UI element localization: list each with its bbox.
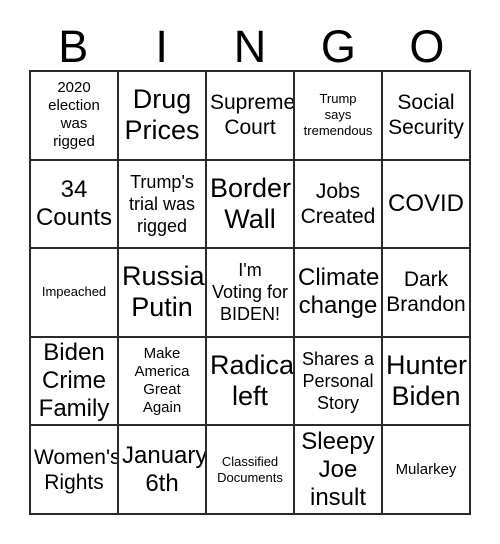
bingo-cell-label: 2020 election was rigged xyxy=(48,79,100,151)
bingo-cell-label: Border Wall xyxy=(210,172,292,234)
bingo-cell-o2[interactable]: COVID xyxy=(383,160,471,250)
bingo-cell-label: Trump says tremendous xyxy=(303,91,373,139)
bingo-cell-g2[interactable]: Jobs Created xyxy=(295,160,383,250)
bingo-cell-g3[interactable]: Climate change xyxy=(295,249,383,338)
bingo-row: 2020 election was rigged Drug Prices Sup… xyxy=(31,72,471,161)
bingo-cell-o4[interactable]: Hunter Biden xyxy=(383,337,471,427)
bingo-cell-i1[interactable]: Drug Prices xyxy=(119,72,207,161)
bingo-cell-g1[interactable]: Trump says tremendous xyxy=(295,72,383,161)
bingo-cell-label: Hunter Biden xyxy=(386,350,468,412)
bingo-cell-label: Trump's trial was rigged xyxy=(128,171,195,236)
bingo-cell-label: Women's Rights xyxy=(34,445,119,494)
bingo-cell-o5[interactable]: Mularkey xyxy=(383,426,471,515)
bingo-cell-b5[interactable]: Women's Rights xyxy=(31,426,119,515)
header-letter-b: B xyxy=(58,21,89,72)
bingo-cell-label: January 6th xyxy=(122,441,207,497)
bingo-cell-label: COVID xyxy=(387,189,464,217)
bingo-cell-n2[interactable]: Border Wall xyxy=(207,160,295,250)
header-letter-o: O xyxy=(409,21,445,72)
header-letter-n: N xyxy=(233,21,267,72)
bingo-cell-label: Supreme Court xyxy=(210,91,295,140)
bingo-cell-b2[interactable]: 34 Counts xyxy=(31,160,119,250)
bingo-cell-o3[interactable]: Dark Brandon xyxy=(383,249,471,338)
bingo-cell-b1[interactable]: 2020 election was rigged xyxy=(31,72,119,161)
bingo-cell-n1[interactable]: Supreme Court xyxy=(207,72,295,161)
bingo-cell-label: Shares a Personal Story xyxy=(301,349,375,414)
bingo-cell-label: Climate change xyxy=(298,264,380,320)
bingo-cell-label: 34 Counts xyxy=(35,175,113,231)
header-letter-g: G xyxy=(320,21,356,72)
bingo-cell-label: Sleepy Joe insult xyxy=(301,427,375,511)
bingo-cell-b3[interactable]: Impeached xyxy=(31,249,119,338)
bingo-cell-b4[interactable]: Biden Crime Family xyxy=(31,337,119,427)
bingo-row: Impeached Russia/ Putin I'm Voting for B… xyxy=(31,249,471,338)
bingo-card: B I N G O 2020 election was rigged Drug … xyxy=(0,0,500,544)
bingo-cell-n3[interactable]: I'm Voting for BIDEN! xyxy=(207,249,295,338)
bingo-cell-o1[interactable]: Social Security xyxy=(383,72,471,161)
bingo-cell-i4[interactable]: Make America Great Again xyxy=(119,337,207,427)
bingo-grid: 2020 election was rigged Drug Prices Sup… xyxy=(29,70,471,515)
bingo-row: Women's Rights January 6th Classified Do… xyxy=(31,426,471,515)
bingo-cell-label: Dark Brandon xyxy=(386,268,466,317)
bingo-cell-label: Social Security xyxy=(388,91,464,140)
bingo-cell-label: Make America Great Again xyxy=(134,345,190,417)
bingo-cell-i2[interactable]: Trump's trial was rigged xyxy=(119,160,207,250)
header-letter-i: I xyxy=(155,21,168,72)
bingo-cell-label: I'm Voting for BIDEN! xyxy=(211,260,289,325)
bingo-row: Biden Crime Family Make America Great Ag… xyxy=(31,337,471,427)
bingo-cell-g5[interactable]: Sleepy Joe insult xyxy=(295,426,383,515)
bingo-cell-i5[interactable]: January 6th xyxy=(119,426,207,515)
bingo-cell-n5[interactable]: Classified Documents xyxy=(207,426,295,515)
bingo-cell-label: Russia/ Putin xyxy=(122,261,207,323)
bingo-header: B I N G O xyxy=(29,14,471,70)
bingo-cell-label: Biden Crime Family xyxy=(38,339,110,423)
bingo-cell-label: Radical left xyxy=(210,350,295,412)
bingo-cell-i3[interactable]: Russia/ Putin xyxy=(119,249,207,338)
bingo-cell-label: Mularkey xyxy=(395,460,457,478)
bingo-cell-n4[interactable]: Radical left xyxy=(207,337,295,427)
bingo-cell-label: Jobs Created xyxy=(300,179,376,228)
bingo-cell-label: Impeached xyxy=(41,284,107,300)
bingo-cell-label: Drug Prices xyxy=(124,84,200,146)
bingo-cell-label: Classified Documents xyxy=(217,453,283,485)
bingo-cell-g4[interactable]: Shares a Personal Story xyxy=(295,337,383,427)
bingo-row: 34 Counts Trump's trial was rigged Borde… xyxy=(31,160,471,250)
